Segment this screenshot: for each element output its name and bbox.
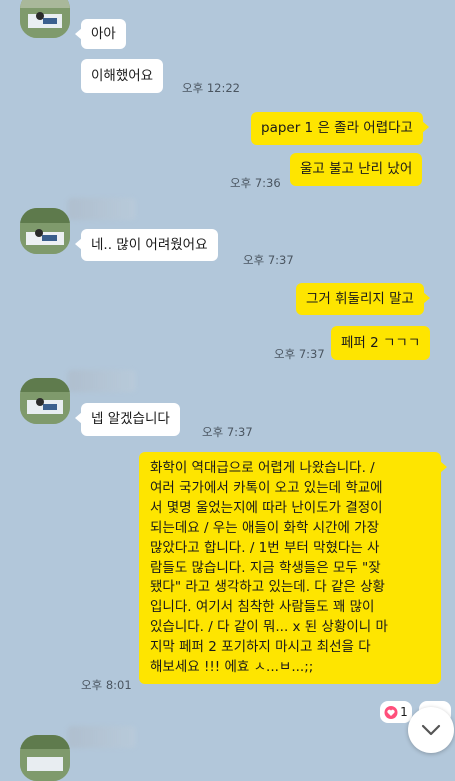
message-bubble[interactable]: 네.. 많이 어려웠어요 [75, 229, 218, 261]
message-text: 넵 알겠습니다 [91, 411, 170, 428]
chevron-down-icon [421, 724, 441, 736]
sender-name [68, 370, 136, 392]
heart-icon [384, 705, 398, 719]
long-message-bubble[interactable]: 화학이 역대급으로 어렵게 나왔습니다. / 여러 국가에서 카톡이 오고 있는… [139, 452, 447, 684]
timestamp: 오후 7:37 [243, 253, 294, 267]
message-bubble[interactable]: 페퍼 2 ㄱㄱㄱ [331, 326, 431, 360]
message-line: 지막 페퍼 2 포기하지 마시고 최선을 다 [150, 639, 371, 656]
message-bubble[interactable]: 울고 불고 난리 났어 [290, 153, 423, 186]
avatar-photo [20, 378, 70, 424]
avatar-photo [20, 0, 70, 38]
message-line: 됐다" 라고 생각하고 있는데. 다 같은 상황 [150, 579, 385, 596]
reaction-badge[interactable]: 1 [380, 701, 412, 723]
message-text: 네.. 많이 어려웠어요 [91, 236, 208, 253]
avatar-photo [20, 735, 70, 781]
message-bubble[interactable]: 넵 알겠습니다 [75, 403, 180, 436]
message-line: 여러 국가에서 카톡이 오고 있는데 학교에 [150, 479, 383, 496]
message-line: 람들도 많습니다. 지금 학생들은 모두 "잦 [150, 559, 381, 576]
message-line: 있습니다. / 다 같이 뭐... x 된 상황이니 마 [150, 619, 388, 636]
message-bubble[interactable]: 이해했어요 [81, 59, 164, 93]
message-line: 되는데요 / 우는 애들이 화학 시간에 가장 [150, 519, 380, 536]
avatar[interactable] [20, 378, 70, 424]
message-bubble[interactable]: 아아 [75, 19, 126, 49]
message-line: 많았다고 합니다. / 1번 부터 막혔다는 사 [150, 539, 380, 556]
avatar-photo [20, 208, 70, 254]
avatar[interactable] [20, 735, 70, 781]
message-text: paper 1 은 졸라 어렵다고 [261, 120, 413, 137]
timestamp: 오후 7:37 [202, 425, 253, 439]
message-text: 이해했어요 [91, 67, 154, 84]
timestamp: 오후 12:22 [182, 81, 240, 95]
message-text: 그거 휘둘리지 말고 [306, 290, 414, 307]
message-text: 울고 불고 난리 났어 [300, 161, 413, 178]
message-line: 해보세요 !!! 에효 ㅅ...ㅂ...;; [150, 659, 314, 676]
message-line: 서 몇명 울었는지에 따라 난이도가 결정이 [150, 499, 383, 516]
message-text: 아아 [91, 25, 116, 42]
scroll-to-bottom-button[interactable] [408, 707, 454, 753]
message-bubble[interactable]: paper 1 은 졸라 어렵다고 [251, 112, 429, 145]
avatar[interactable] [20, 208, 70, 254]
timestamp: 오후 7:37 [274, 347, 325, 361]
sender-name [68, 198, 136, 220]
timestamp: 오후 8:01 [81, 678, 132, 692]
reaction-count: 1 [400, 705, 408, 719]
timestamp: 오후 7:36 [230, 176, 281, 190]
sender-name [68, 726, 136, 748]
message-line: 입니다. 여기서 침착한 사람들도 꽤 많이 [150, 599, 375, 616]
message-text: 페퍼 2 ㄱㄱㄱ [341, 334, 421, 351]
message-line: 화학이 역대급으로 어렵게 나왔습니다. / [150, 460, 375, 476]
avatar[interactable] [20, 0, 70, 38]
message-bubble[interactable]: 그거 휘둘리지 말고 [296, 283, 430, 315]
